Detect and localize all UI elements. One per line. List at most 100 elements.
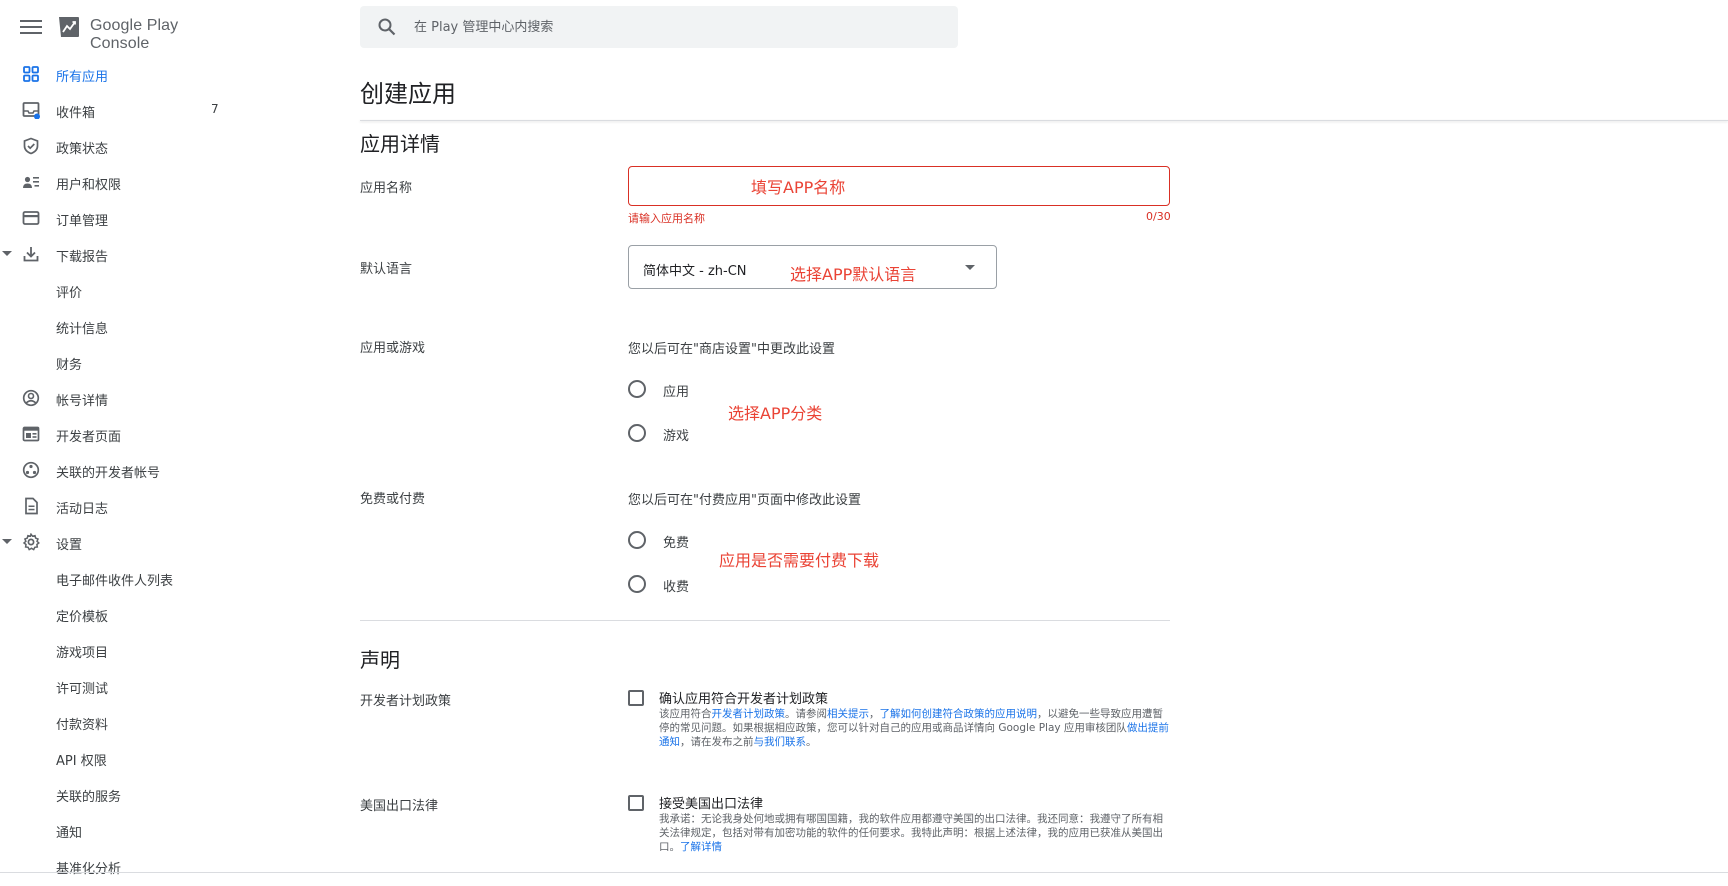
export-desc-text: 我承诺：无论我身处何地或拥有哪国国籍，我的软件应用都遵守美国的出口法律。我还同意… [659,813,1163,853]
document-icon [25,497,38,515]
policy-desc-text: ， [869,708,880,720]
free-or-paid-hint: 您以后可在"付费应用"页面中修改此设置 [628,493,861,508]
learn-more-link[interactable]: 了解详情 [680,841,722,853]
search-icon[interactable] [377,17,397,37]
sidebar-item-policy-status[interactable]: 政策状态 [0,128,240,164]
sidebar-item-order-management[interactable]: 订单管理 [0,200,240,236]
app-name-field[interactable] [628,166,1170,206]
account-circle-icon [22,389,40,407]
radio-app-label[interactable]: 应用 [663,381,689,400]
contact-us-link[interactable]: 与我们联系 [754,736,807,748]
app-name-label: 应用名称 [360,181,413,196]
developer-policy-checkbox-label[interactable]: 确认应用符合开发者计划政策 [659,688,828,707]
sidebar-item-label: 许可测试 [56,682,109,697]
page-title: 创建应用 [360,80,456,108]
search-bar[interactable] [360,6,958,48]
radio-free[interactable] [628,531,646,549]
sidebar-item-label: 订单管理 [56,214,109,229]
section-title-app-details: 应用详情 [360,132,440,156]
developer-program-policy-link[interactable]: 开发者计划政策 [712,708,786,720]
sidebar-item-label: 用户和权限 [56,178,122,193]
sidebar-item-label: 统计信息 [56,322,109,337]
sidebar-item-activity-log[interactable]: 活动日志 [0,488,240,524]
sidebar-item-benchmarking[interactable]: 基准化分析 [0,848,240,884]
app-logo-text[interactable]: Google Play Console [90,17,240,53]
sidebar-item-linked-services[interactable]: 关联的服务 [0,776,240,812]
sidebar-item-pricing-templates[interactable]: 定价模板 [0,596,240,632]
radio-game[interactable] [628,424,646,442]
search-input[interactable] [414,16,934,38]
us-export-law-checkbox-label[interactable]: 接受美国出口法律 [659,793,763,812]
developer-policy-description: 该应用符合开发者计划政策。请参阅相关提示，了解如何创建符合政策的应用说明，以避免… [659,707,1171,749]
radio-free-label[interactable]: 免费 [663,532,689,551]
radio-paid[interactable] [628,575,646,593]
sidebar-item-settings[interactable]: 设置 [0,524,240,560]
expand-caret-icon[interactable] [2,539,12,544]
section-divider [360,620,1170,621]
us-export-law-checkbox[interactable] [628,795,644,811]
radio-game-label[interactable]: 游戏 [663,425,689,444]
play-console-logo-icon [59,17,79,37]
sidebar-item-label: 财务 [56,358,83,373]
sidebar-item-label: 付款资料 [56,718,109,733]
section-title-declarations: 声明 [360,648,400,672]
sidebar-item-payments-profile[interactable]: 付款资料 [0,704,240,740]
policy-desc-text: 该应用符合 [659,708,712,720]
sidebar-item-label: 关联的开发者帐号 [56,466,161,481]
related-tips-link[interactable]: 相关提示 [827,708,869,720]
inbox-count-badge: 7 [211,102,219,116]
sidebar-item-label: 收件箱 [56,106,96,121]
developer-policy-checkbox[interactable] [628,690,644,706]
annotation-category: 选择APP分类 [728,404,823,423]
sidebar-item-financial[interactable]: 财务 [0,344,240,380]
app-name-input[interactable] [641,176,1141,196]
policy-desc-text: 。 [806,736,817,748]
app-or-game-label: 应用或游戏 [360,341,426,356]
sidebar-item-label: 定价模板 [56,610,109,625]
grid-icon [23,66,39,82]
gear-icon [22,533,40,551]
sidebar-item-statistics[interactable]: 统计信息 [0,308,240,344]
default-language-label: 默认语言 [360,262,413,277]
sidebar-item-label: API 权限 [56,754,107,769]
sidebar-nav: 所有应用 收件箱 7 政策状态 用户和权限 订单管理 下载报告 评价 统计信息 … [0,56,240,884]
policy-desc-text: 。请参阅 [785,708,827,720]
sidebar-item-api-access[interactable]: API 权限 [0,740,240,776]
us-export-law-description: 我承诺：无论我身处何地或拥有哪国国籍，我的软件应用都遵守美国的出口法律。我还同意… [659,812,1171,854]
sidebar-item-linked-developer-accounts[interactable]: 关联的开发者帐号 [0,452,240,488]
sidebar-item-reviews[interactable]: 评价 [0,272,240,308]
sidebar-item-users-permissions[interactable]: 用户和权限 [0,164,240,200]
people-list-icon [23,176,39,188]
sidebar-item-account-details[interactable]: 帐号详情 [0,380,240,416]
sidebar-item-label: 设置 [56,538,83,553]
free-or-paid-label: 免费或付费 [360,492,426,507]
compliant-description-link[interactable]: 了解如何创建符合政策的应用说明 [880,708,1038,720]
shield-check-icon [23,137,39,155]
sidebar-item-inbox[interactable]: 收件箱 7 [0,92,240,128]
sidebar-item-license-testing[interactable]: 许可测试 [0,668,240,704]
credit-card-icon [22,211,40,225]
us-export-law-label: 美国出口法律 [360,799,439,814]
policy-desc-text: ，请在发布之前 [680,736,754,748]
download-icon [23,247,39,262]
app-or-game-hint: 您以后可在"商店设置"中更改此设置 [628,342,835,357]
brand-header: Google Play Console [0,0,240,54]
expand-caret-icon[interactable] [2,251,12,256]
sidebar-item-all-apps[interactable]: 所有应用 [0,56,240,92]
hamburger-menu-icon[interactable] [20,17,42,37]
bottom-edge [0,872,1728,873]
linked-accounts-icon [22,461,40,479]
radio-paid-label[interactable]: 收费 [663,576,689,595]
sidebar-item-notifications[interactable]: 通知 [0,812,240,848]
sidebar-item-label: 通知 [56,826,83,841]
inbox-icon [22,102,40,119]
sidebar-item-game-projects[interactable]: 游戏项目 [0,632,240,668]
sidebar-item-developer-page[interactable]: 开发者页面 [0,416,240,452]
radio-app[interactable] [628,380,646,398]
sidebar-item-email-lists[interactable]: 电子邮件收件人列表 [0,560,240,596]
sidebar-item-download-reports[interactable]: 下载报告 [0,236,240,272]
sidebar-item-label: 电子邮件收件人列表 [56,574,174,589]
sidebar-item-label: 基准化分析 [56,862,122,877]
sidebar-item-label: 帐号详情 [56,394,109,409]
sidebar-item-label: 游戏项目 [56,646,109,661]
